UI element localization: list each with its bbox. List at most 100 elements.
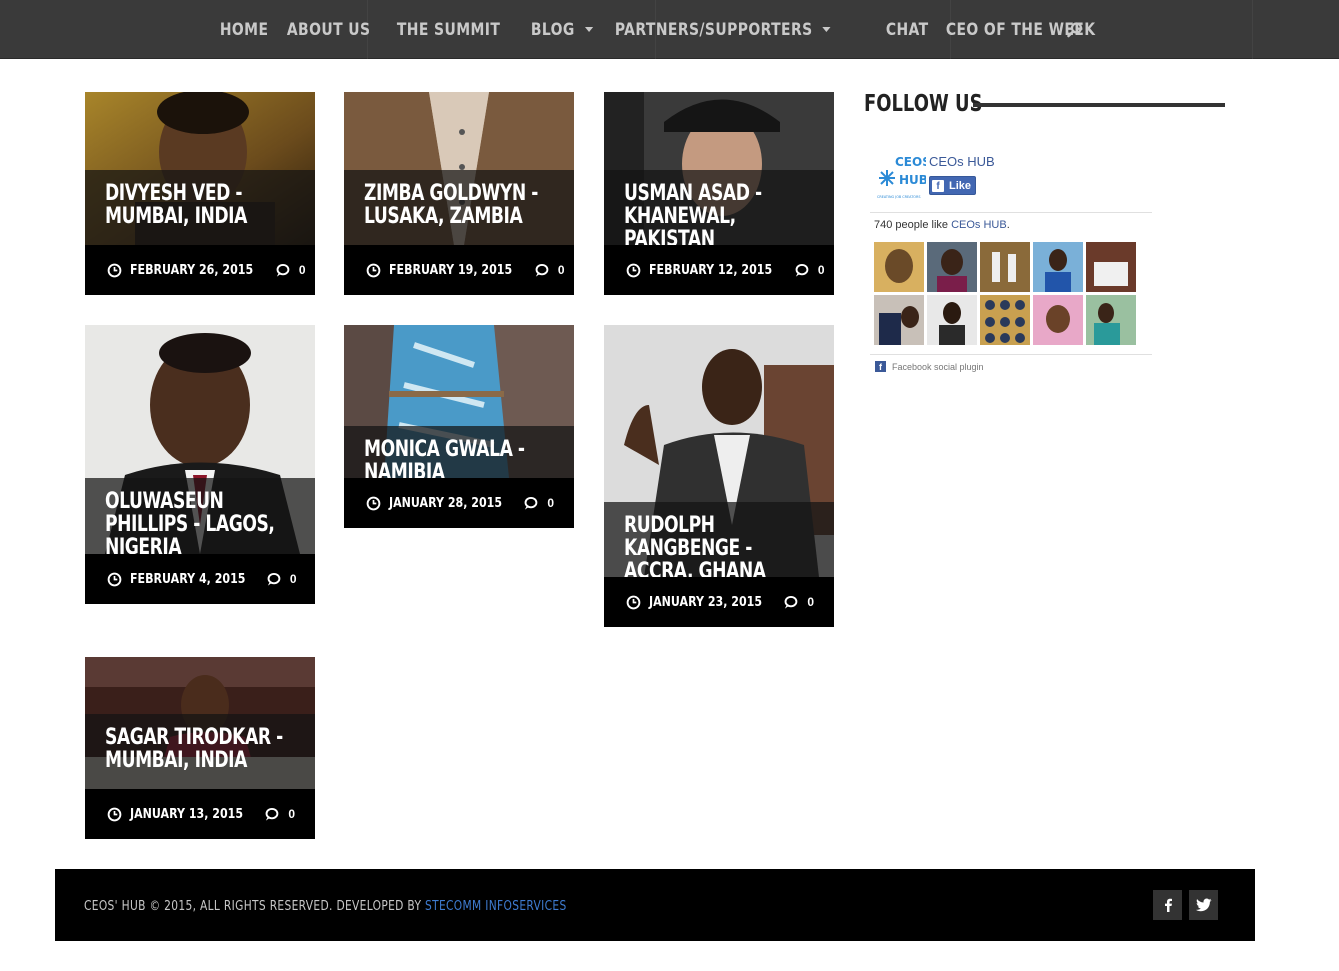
divider	[870, 212, 1152, 213]
facebook-like-button[interactable]: f Like	[929, 176, 976, 195]
post-meta: JANUARY 23, 2015 0	[604, 577, 834, 627]
heading-divider	[973, 103, 1225, 107]
post-meta: JANUARY 13, 2015 0	[85, 789, 315, 839]
post-card[interactable]: OLUWASEUN PHILLIPS - LAGOS, NIGERIA FEBR…	[85, 325, 315, 604]
fan-avatar[interactable]	[874, 295, 924, 345]
post-date: JANUARY 23, 2015	[649, 594, 763, 610]
comments-link[interactable]: 0	[783, 595, 814, 610]
post-date: FEBRUARY 26, 2015	[130, 262, 254, 278]
comment-icon	[265, 807, 279, 821]
comments-link[interactable]: 0	[523, 496, 554, 511]
post-title[interactable]: OLUWASEUN PHILLIPS - LAGOS, NIGERIA	[105, 490, 300, 559]
facebook-plugin-credit[interactable]: f Facebook social plugin	[875, 361, 984, 372]
fan-avatar[interactable]	[927, 295, 977, 345]
fan-avatar[interactable]	[1033, 242, 1083, 292]
comments-link[interactable]: 0	[264, 807, 295, 822]
post-caption: MONICA GWALA - NAMIBIA	[344, 426, 574, 484]
post-title[interactable]: USMAN ASAD - KHANEWAL, PAKISTAN	[624, 182, 819, 251]
comment-icon	[535, 263, 549, 277]
divider	[870, 354, 1152, 355]
comment-count: 0	[289, 572, 297, 586]
fan-avatar[interactable]	[1033, 295, 1083, 345]
svg-text:CREATING JOB CREATORS: CREATING JOB CREATORS	[877, 195, 920, 199]
post-date: JANUARY 13, 2015	[130, 806, 244, 822]
top-navbar: HOME ABOUT US THE SUMMIT BLOG PARTNERS/S…	[0, 0, 1339, 59]
post-card[interactable]: MONICA GWALA - NAMIBIA JANUARY 28, 2015 …	[344, 325, 574, 528]
main-menu: HOME ABOUT US THE SUMMIT BLOG PARTNERS/S…	[210, 0, 1127, 59]
fan-avatar[interactable]	[1086, 242, 1136, 292]
nav-item-chat[interactable]: CHAT	[876, 20, 938, 40]
post-date: JANUARY 28, 2015	[389, 495, 503, 511]
twitter-social-button[interactable]	[1189, 890, 1218, 920]
twitter-icon	[1195, 898, 1211, 912]
comment-count: 0	[288, 807, 295, 821]
facebook-social-button[interactable]	[1153, 890, 1182, 920]
post-title[interactable]: SAGAR TIRODKAR - MUMBAI, INDIA	[105, 726, 300, 772]
nav-item-about-us[interactable]: ABOUT US	[277, 20, 380, 40]
post-card[interactable]: USMAN ASAD - KHANEWAL, PAKISTAN FEBRUARY…	[604, 92, 834, 295]
facebook-icon: f	[875, 361, 886, 372]
post-title[interactable]: ZIMBA GOLDWYN - LUSAKA, ZAMBIA	[364, 182, 559, 228]
post-date: FEBRUARY 12, 2015	[649, 262, 773, 278]
facebook-page-link[interactable]: CEOs HUB	[951, 219, 1007, 231]
fan-avatar[interactable]	[980, 242, 1030, 292]
facebook-page-widget: CEOS HUB CREATING JOB CREATORS CEOs HUB …	[870, 146, 1152, 378]
comment-icon	[276, 263, 290, 277]
post-caption: USMAN ASAD - KHANEWAL, PAKISTAN	[604, 170, 834, 251]
ceos-hub-logo[interactable]: CEOS HUB CREATING JOB CREATORS	[874, 152, 926, 200]
nav-item-blog[interactable]: BLOG	[521, 20, 603, 40]
facebook-icon: f	[932, 179, 944, 192]
fan-avatar[interactable]	[927, 242, 977, 292]
comment-icon	[795, 263, 809, 277]
post-date: FEBRUARY 4, 2015	[130, 571, 246, 587]
svg-text:CEOS: CEOS	[895, 155, 926, 169]
post-caption: DIVYESH VED - MUMBAI, INDIA	[85, 170, 315, 245]
post-meta: FEBRUARY 12, 2015 0	[604, 245, 834, 295]
comments-link[interactable]: 0	[794, 263, 825, 278]
post-caption: RUDOLPH KANGBENGE - ACCRA, GHANA	[604, 502, 834, 583]
developer-link[interactable]: STECOMM INFOSERVICES	[425, 899, 567, 914]
chevron-down-icon	[822, 27, 831, 32]
post-card[interactable]: RUDOLPH KANGBENGE - ACCRA, GHANA JANUARY…	[604, 325, 834, 627]
facebook-page-name[interactable]: CEOs HUB	[929, 154, 995, 169]
comment-icon	[524, 496, 538, 510]
svg-text:HUB: HUB	[899, 173, 926, 187]
post-caption: OLUWASEUN PHILLIPS - LAGOS, NIGERIA	[85, 478, 315, 559]
comment-icon	[267, 572, 281, 586]
chevron-down-icon	[584, 27, 594, 32]
facebook-icon	[1164, 898, 1172, 912]
nav-item-partners-supporters[interactable]: PARTNERS/SUPPORTERS	[605, 20, 840, 40]
comments-link[interactable]: 0	[275, 263, 306, 278]
comment-count: 0	[298, 263, 306, 277]
nav-item-the-summit[interactable]: THE SUMMIT	[387, 20, 510, 40]
nav-item-home[interactable]: HOME	[210, 20, 278, 40]
post-meta: FEBRUARY 26, 2015 0	[85, 245, 315, 295]
post-date: FEBRUARY 19, 2015	[389, 262, 513, 278]
clock-icon	[107, 263, 122, 277]
post-caption: SAGAR TIRODKAR - MUMBAI, INDIA	[85, 714, 315, 789]
post-meta: FEBRUARY 19, 2015 0	[344, 245, 574, 295]
comments-link[interactable]: 0	[534, 263, 565, 278]
post-card[interactable]: ZIMBA GOLDWYN - LUSAKA, ZAMBIA FEBRUARY …	[344, 92, 574, 295]
comment-count: 0	[547, 496, 554, 510]
search-icon[interactable]	[1066, 21, 1084, 39]
comment-count: 0	[817, 263, 825, 277]
comment-icon	[784, 595, 798, 609]
post-caption: ZIMBA GOLDWYN - LUSAKA, ZAMBIA	[344, 170, 574, 245]
post-card[interactable]: DIVYESH VED - MUMBAI, INDIA FEBRUARY 26,…	[85, 92, 315, 295]
follow-us-heading: FOLLOW US	[864, 91, 983, 117]
facebook-like-count: 740 people like CEOs HUB.	[874, 219, 1010, 231]
fan-avatar[interactable]	[980, 295, 1030, 345]
comments-link[interactable]: 0	[266, 572, 297, 587]
fan-avatar[interactable]	[874, 242, 924, 292]
clock-icon	[107, 807, 122, 821]
clock-icon	[626, 595, 641, 609]
comment-count: 0	[557, 263, 565, 277]
clock-icon	[366, 496, 381, 510]
post-title[interactable]: DIVYESH VED - MUMBAI, INDIA	[105, 182, 300, 228]
site-footer: CEOS' HUB © 2015, ALL RIGHTS RESERVED. D…	[55, 869, 1255, 941]
comment-count: 0	[807, 595, 814, 609]
fan-avatar[interactable]	[1086, 295, 1136, 345]
post-card[interactable]: SAGAR TIRODKAR - MUMBAI, INDIA JANUARY 1…	[85, 657, 315, 839]
post-title[interactable]: RUDOLPH KANGBENGE - ACCRA, GHANA	[624, 514, 819, 583]
